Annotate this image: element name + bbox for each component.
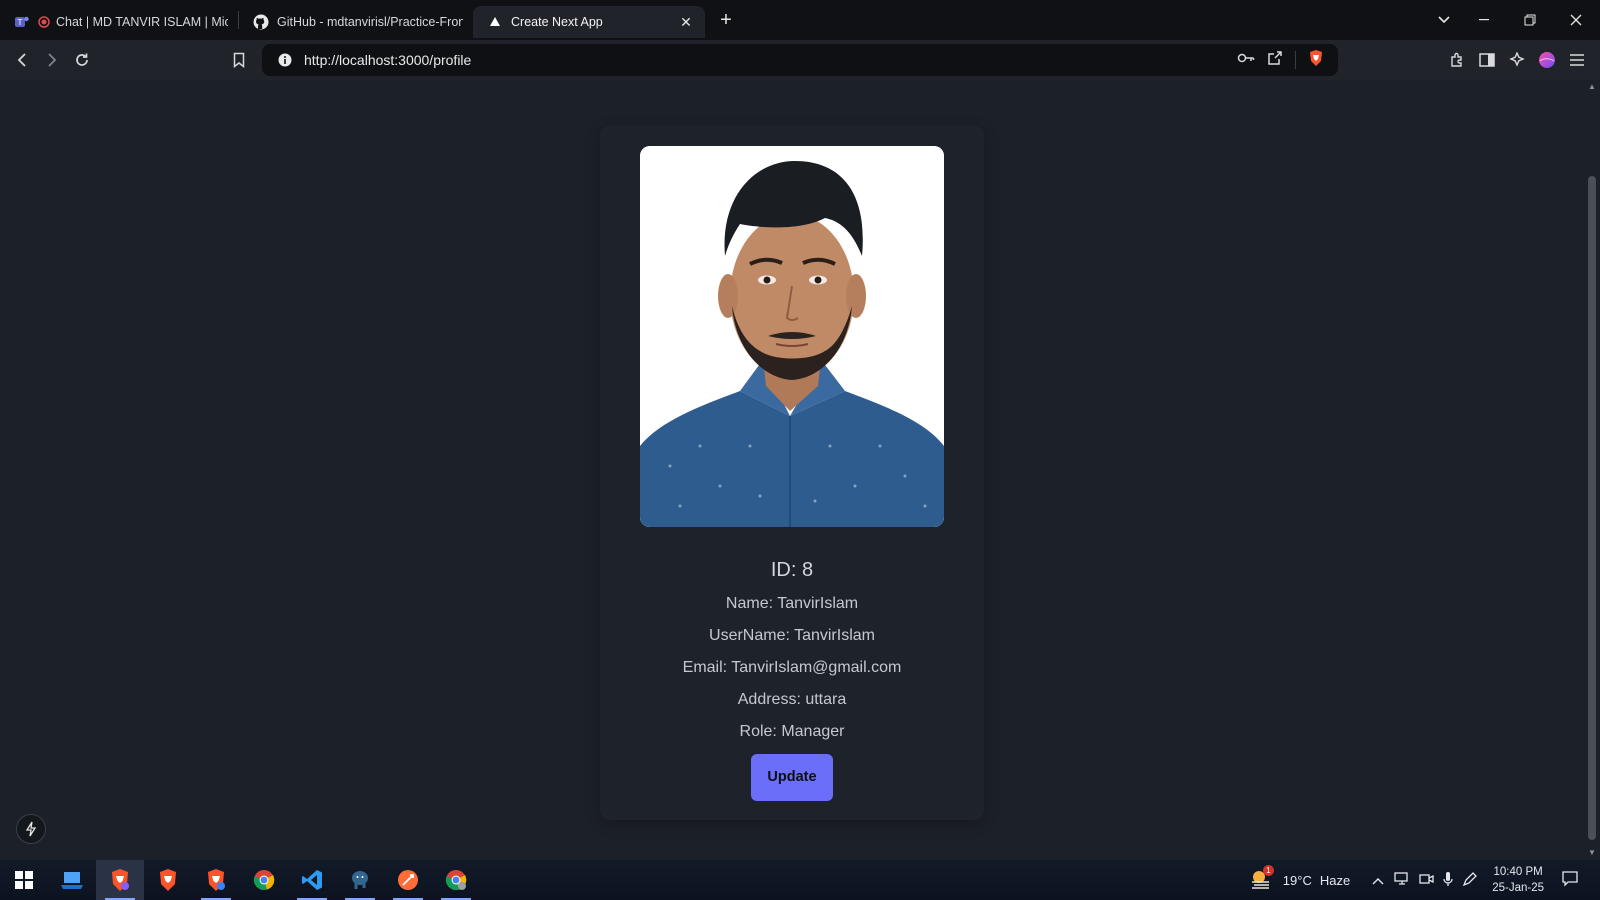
svg-text:T: T <box>17 18 23 27</box>
new-tab-button[interactable]: + <box>711 5 741 35</box>
tab-search-icon[interactable] <box>1422 0 1466 40</box>
brave-icon <box>160 869 176 891</box>
profile-details: ID: 8 Name: TanvirIslam UserName: Tanvir… <box>600 558 984 801</box>
github-icon <box>253 14 269 30</box>
browser-tab-bar: T Chat | MD TANVIR ISLAM | Micro GitHub … <box>0 0 1600 40</box>
teams-icon: T <box>14 14 30 30</box>
weather-condition: Haze <box>1319 872 1351 888</box>
forward-icon[interactable] <box>37 45 67 75</box>
address-bar[interactable]: http://localhost:3000/profile <box>262 44 1338 76</box>
close-tab-icon[interactable]: ✕ <box>677 13 695 31</box>
scroll-up-icon[interactable]: ▲ <box>1587 82 1597 92</box>
menu-icon[interactable] <box>1562 45 1592 75</box>
tab-github[interactable]: GitHub - mdtanvirisl/Practice-Fronte <box>239 6 473 38</box>
camera-icon[interactable] <box>1418 872 1434 889</box>
taskbar-app-brave-profile[interactable] <box>144 860 192 900</box>
microphone-icon[interactable] <box>1442 871 1454 890</box>
profile-id: ID: 8 <box>770 559 814 581</box>
profile-avatar-icon[interactable] <box>1532 45 1562 75</box>
postman-icon <box>398 870 418 890</box>
taskbar-app-pgadmin[interactable] <box>336 860 384 900</box>
profile-role: Role: Manager <box>739 723 845 740</box>
tab-title: GitHub - mdtanvirisl/Practice-Fronte <box>277 15 463 29</box>
windows-logo-icon <box>15 871 33 889</box>
weather-widget[interactable]: 1 <box>1249 864 1274 893</box>
recording-icon <box>38 14 50 30</box>
nextjs-icon <box>487 14 503 30</box>
profile-photo-image <box>640 146 944 527</box>
tab-title: Chat | MD TANVIR ISLAM | Micro <box>56 15 228 29</box>
minimize-icon[interactable] <box>1462 0 1506 40</box>
clock[interactable]: 10:40 PM 25-Jan-25 <box>1492 864 1544 896</box>
tab-create-next-app[interactable]: Create Next App ✕ <box>473 6 705 38</box>
brave-shields-icon[interactable] <box>1308 49 1324 72</box>
system-tray: 1 19°C Haze 10:40 PM 25-Jan-25 <box>1249 860 1600 900</box>
lightning-icon <box>25 821 37 837</box>
taskbar-app-chrome-profile[interactable] <box>432 860 480 900</box>
tab-title: Create Next App <box>511 15 603 29</box>
clock-date: 25-Jan-25 <box>1492 882 1544 894</box>
scroll-down-icon[interactable]: ▼ <box>1587 848 1597 858</box>
notification-center-icon[interactable] <box>1562 870 1578 890</box>
start-button[interactable] <box>0 860 48 900</box>
browser-toolbar: http://localhost:3000/profile <box>0 40 1600 80</box>
taskbar-app-postman[interactable] <box>384 860 432 900</box>
nextjs-dev-indicator-button[interactable] <box>16 814 46 844</box>
profile-photo <box>640 146 944 527</box>
brave-icon <box>208 869 225 891</box>
weather-temp: 19°C <box>1282 872 1312 888</box>
laptop-icon <box>61 872 83 889</box>
divider <box>1295 51 1296 69</box>
pen-icon[interactable] <box>1462 871 1478 890</box>
clock-time: 10:40 PM <box>1493 866 1543 878</box>
site-info-icon[interactable] <box>270 53 300 67</box>
show-hidden-icons-icon[interactable] <box>1372 873 1384 888</box>
chrome-icon <box>253 870 275 891</box>
taskbar-app-chrome[interactable] <box>240 860 288 900</box>
leo-ai-icon[interactable] <box>1502 45 1532 75</box>
extensions-icon[interactable] <box>1442 45 1472 75</box>
profile-email: Email: TanvirIslam@gmail.com <box>682 659 902 676</box>
back-icon[interactable] <box>7 45 37 75</box>
page-scrollbar[interactable]: ▲ ▼ <box>1584 80 1600 860</box>
scroll-thumb[interactable] <box>1588 176 1596 840</box>
taskbar-app-brave-pinned[interactable] <box>192 860 240 900</box>
profile-address: Address: uttara <box>737 691 847 708</box>
vscode-icon <box>302 870 322 890</box>
weather-badge: 1 <box>1262 864 1274 876</box>
brave-icon <box>112 869 129 891</box>
taskbar-app-vscode[interactable] <box>288 860 336 900</box>
url-text: http://localhost:3000/profile <box>304 52 472 68</box>
sidebar-icon[interactable] <box>1472 45 1502 75</box>
profile-name: Name: TanvirIslam <box>725 595 859 612</box>
network-icon[interactable] <box>1394 871 1410 889</box>
postgres-icon <box>352 871 368 889</box>
reload-icon[interactable] <box>67 45 97 75</box>
bookmark-icon[interactable] <box>224 45 254 75</box>
profile-username: UserName: TanvirIslam <box>709 627 875 644</box>
windows-taskbar: 1 19°C Haze 10:40 PM 25-Jan-25 <box>0 860 1600 900</box>
taskbar-app-file-explorer[interactable] <box>48 860 96 900</box>
restore-icon[interactable] <box>1508 0 1552 40</box>
share-icon[interactable] <box>1267 50 1283 71</box>
tab-teams-chat[interactable]: T Chat | MD TANVIR ISLAM | Micro <box>0 6 238 38</box>
close-window-icon[interactable] <box>1554 0 1598 40</box>
taskbar-app-brave-active[interactable] <box>96 860 144 900</box>
password-key-icon[interactable] <box>1237 51 1255 69</box>
update-button[interactable]: Update <box>751 754 833 801</box>
chrome-icon <box>445 870 467 891</box>
